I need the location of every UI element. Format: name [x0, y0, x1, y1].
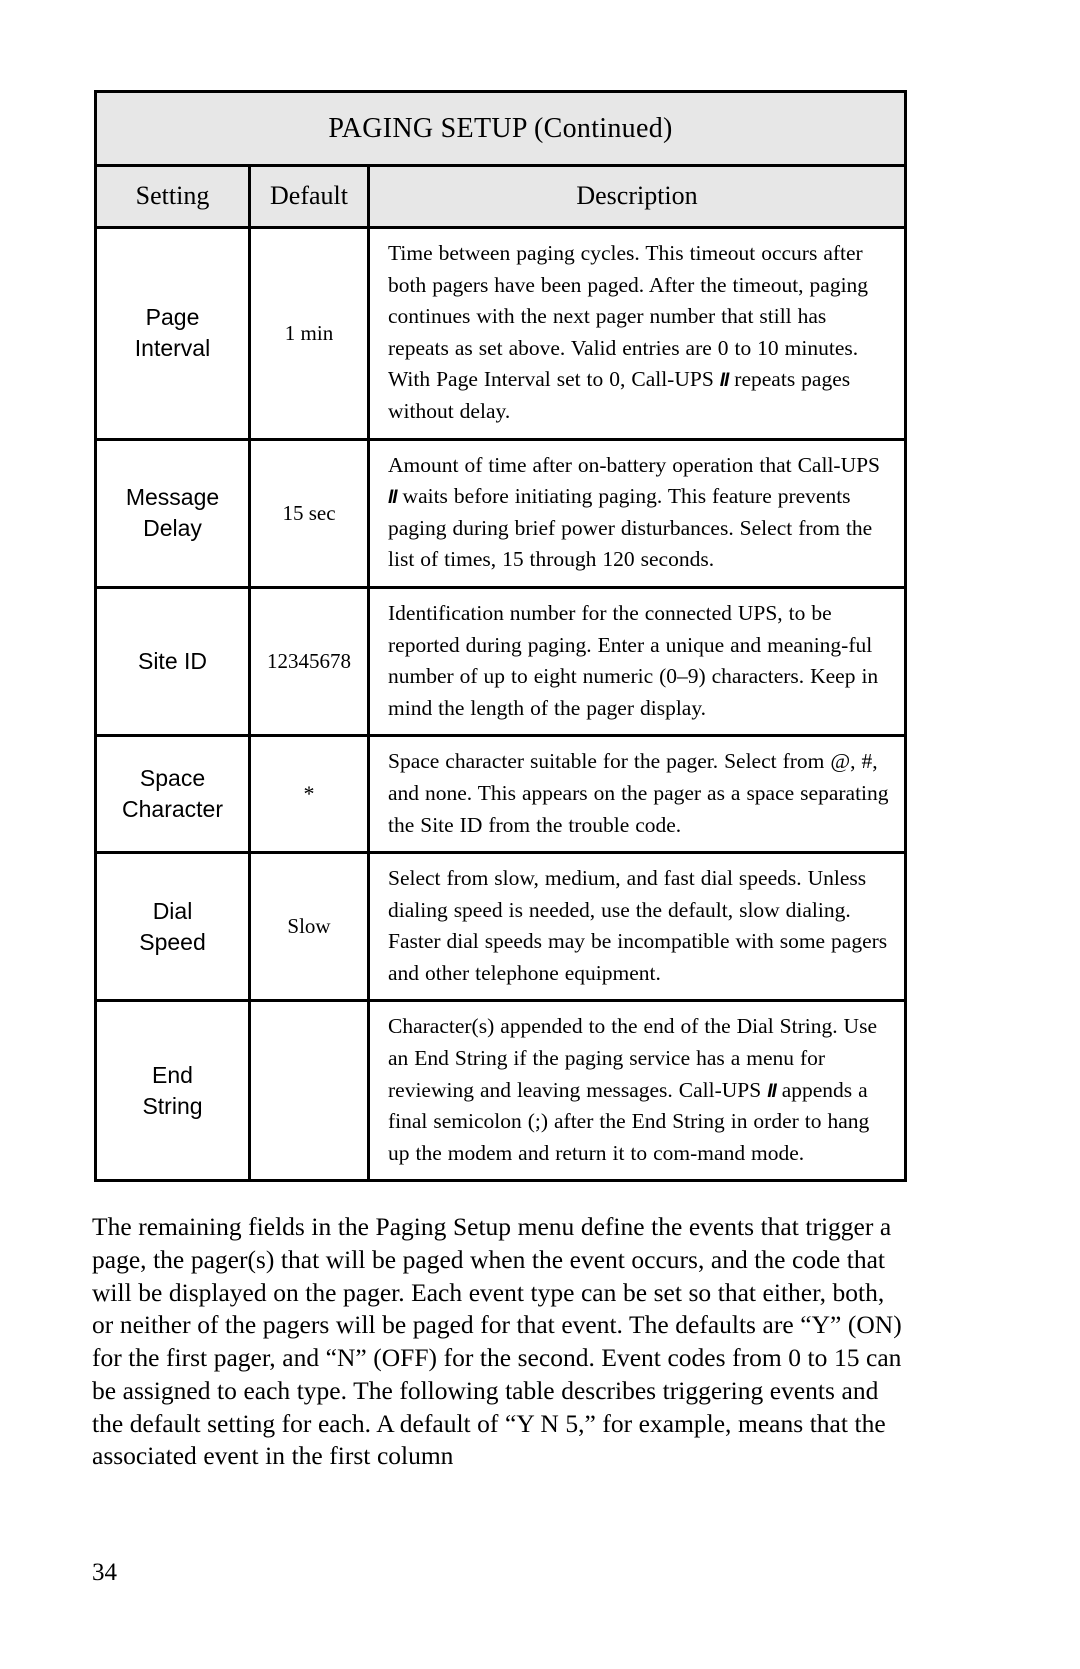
description-text-pre: Space character suitable for the pager. … — [388, 749, 889, 837]
table-row: Page Interval 1 min Time between paging … — [94, 226, 908, 441]
setting-name: Message Delay — [94, 437, 251, 589]
table-row: Dial Speed Slow Select from slow, medium… — [94, 851, 908, 1003]
column-header-default: Default — [248, 164, 370, 229]
setting-default-value: Slow — [248, 851, 370, 1003]
description-text-pre: Select from slow, medium, and fast dial … — [388, 866, 888, 985]
setting-default-value: 12345678 — [248, 585, 370, 738]
table-row: Site ID 12345678 Identification number f… — [94, 585, 908, 738]
paging-setup-table-wrapper: PAGING SETUP (Continued) Setting Default… — [93, 90, 908, 1183]
setting-description: Identification number for the connected … — [366, 585, 908, 738]
table-body: PAGING SETUP (Continued) Setting Default… — [93, 90, 908, 1183]
page-number: 34 — [92, 1559, 117, 1586]
setting-default-value: 1 min — [248, 226, 370, 441]
column-header-description: Description — [366, 164, 908, 229]
document-page: PAGING SETUP (Continued) Setting Default… — [0, 0, 1080, 1669]
setting-default-value: 15 sec — [248, 437, 370, 589]
setting-name: Site ID — [94, 585, 251, 738]
table-title: PAGING SETUP (Continued) — [93, 90, 908, 167]
description-text-post: waits before initiating paging. This fea… — [388, 484, 873, 572]
table-row: Message Delay 15 sec Amount of time afte… — [94, 437, 908, 589]
setting-default-value: * — [248, 734, 370, 855]
setting-description: Character(s) appended to the end of the … — [366, 999, 908, 1183]
setting-default-value — [248, 999, 370, 1183]
setting-name: Space Character — [94, 734, 251, 855]
table-row: End String Character(s) appended to the … — [94, 999, 908, 1183]
body-paragraph: The remaining fields in the Paging Setup… — [92, 1212, 902, 1471]
setting-name: End String — [94, 999, 251, 1183]
description-text-pre: Amount of time after on-battery operatio… — [388, 452, 881, 477]
column-header-setting: Setting — [94, 164, 251, 229]
description-text-pre: Identification number for the connected … — [388, 600, 879, 720]
table-header-row: Setting Default Description — [94, 164, 908, 229]
roman-numeral-two: II — [767, 1080, 777, 1102]
table-title-row: PAGING SETUP (Continued) — [93, 90, 908, 167]
setting-name: Page Interval — [94, 226, 251, 441]
setting-description: Select from slow, medium, and fast dial … — [366, 851, 908, 1003]
table-row: Space Character * Space character suitab… — [94, 734, 908, 855]
setting-description: Time between paging cycles. This timeout… — [366, 226, 908, 441]
paging-setup-table: PAGING SETUP (Continued) Setting Default… — [93, 90, 908, 1183]
roman-numeral-two: II — [388, 487, 398, 509]
setting-description: Space character suitable for the pager. … — [366, 734, 908, 855]
setting-description: Amount of time after on-battery operatio… — [366, 437, 908, 589]
setting-name: Dial Speed — [94, 851, 251, 1003]
